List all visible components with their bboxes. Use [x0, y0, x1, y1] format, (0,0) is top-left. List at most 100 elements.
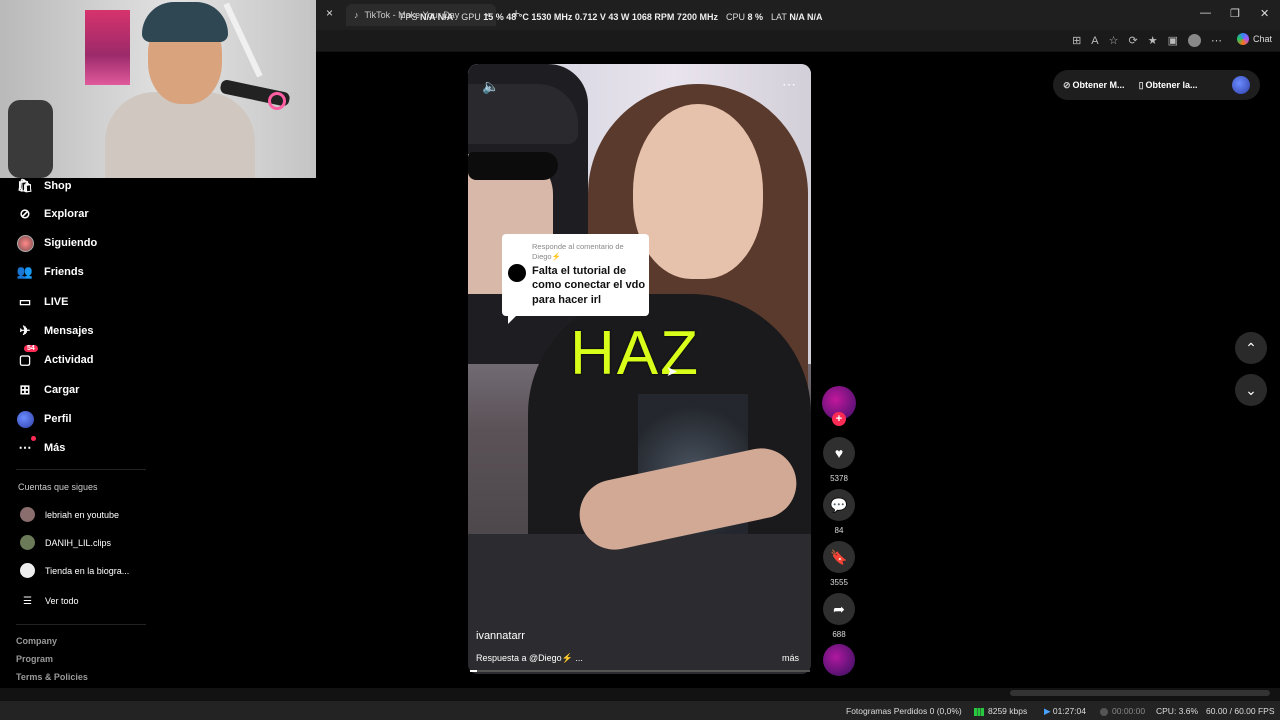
desktop-icon: ⊘ [1063, 79, 1071, 90]
get-desktop-app-button[interactable]: ⊘ Obtener M... [1063, 80, 1125, 91]
video-author[interactable]: ivannatarr [476, 630, 525, 642]
footer-program-link[interactable]: Program [16, 654, 53, 664]
get-desktop-label: Obtener M... [1072, 79, 1125, 90]
webcam-overlay [0, 0, 316, 178]
previous-video-button[interactable]: ⌃ [1235, 332, 1267, 364]
bookmark-icon: 🔖 [830, 548, 848, 565]
footer-company-link[interactable]: Company [16, 636, 57, 646]
comment-button[interactable]: 💬 [823, 489, 855, 521]
copilot-icon [1236, 33, 1249, 45]
gpu-values: 15 % 48 °C 1530 MHz 0.712 V 43 W 1068 RP… [483, 12, 718, 22]
follow-plus-icon[interactable]: + [832, 412, 846, 426]
left-sidebar: 🛍 Shop ⊘ Explorar Siguiendo 👥 Friends ▭ … [0, 178, 160, 688]
scroll-strip [0, 688, 1280, 700]
wall-poster [85, 10, 130, 85]
apps-icon[interactable]: ⊞ [1072, 34, 1081, 47]
activity-badge: 54 [24, 345, 38, 352]
mouse-cursor-icon: ➤ [666, 363, 678, 379]
get-mobile-label: Obtener la... [1145, 79, 1198, 90]
following-account[interactable]: DANIH_LIL.clips [20, 535, 111, 550]
cpu-label: CPU [725, 12, 745, 22]
description-more-link[interactable]: más [782, 653, 799, 663]
friends-icon: 👥 [16, 264, 34, 279]
translate-icon[interactable]: A [1091, 35, 1098, 47]
bitrate-indicator: 8259 kbps [974, 706, 1027, 716]
browser-toolbar-icons: ⊞ A ☆ ⟳ ★ ▣ ⋯ [1072, 34, 1222, 47]
video-more-icon[interactable]: ⋯ [782, 76, 797, 93]
extensions-icon[interactable]: ⟳ [1129, 34, 1138, 47]
account-name: DANIH_LIL.clips [45, 537, 112, 548]
following-account[interactable]: Tienda en la biogra... [20, 563, 129, 578]
sidebar-item-siguiendo[interactable]: Siguiendo [16, 234, 97, 252]
sidebar-item-label: Friends [44, 266, 84, 278]
share-icon: ➦ [833, 600, 845, 617]
reply-header: Responde al comentario de Diego⚡ [532, 242, 624, 261]
sidebar-item-mas[interactable]: ⋯ Más [16, 436, 66, 457]
sidebar-item-label: LIVE [44, 296, 69, 308]
following-account[interactable]: lebriah en youtube [20, 507, 119, 522]
browser-menu-icon[interactable]: ⋯ [1211, 34, 1222, 47]
fps-values: N/A N/A [420, 12, 454, 22]
bitrate-value: 8259 kbps [988, 706, 1028, 716]
favorite-star-icon[interactable]: ☆ [1109, 34, 1119, 47]
comment-reply-card[interactable]: Responde al comentario de Diego⚡ Falta e… [502, 234, 649, 324]
sidebar-item-cargar[interactable]: ⊞ Cargar [16, 381, 80, 399]
reply-text: Falta el tutorial de como conectar el vd… [532, 265, 646, 306]
see-all-link[interactable]: ☰ Ver todo [20, 592, 79, 610]
chat-label: Chat [1252, 34, 1272, 44]
dropped-frames: Fotogramas Perdidos 0 (0,0%) [846, 706, 962, 716]
save-button[interactable]: 🔖 [823, 541, 855, 573]
sidebar-item-actividad[interactable]: ▢ 54 Actividad [16, 345, 94, 369]
sidebar-item-live[interactable]: ▭ LIVE [16, 293, 69, 311]
see-all-label: Ver todo [45, 596, 79, 606]
sidebar-item-label: Shop [44, 180, 72, 192]
commenter-avatar [508, 264, 526, 282]
video-description: Respuesta a @Diego⚡ ... [476, 653, 583, 663]
sidebar-item-perfil[interactable]: Perfil [16, 410, 72, 428]
get-app-bar: ⊘ Obtener M... ▯ Obtener la... [1053, 70, 1260, 100]
footer-terms-link[interactable]: Terms & Policies [16, 672, 88, 682]
divider [16, 469, 146, 470]
favorites-icon[interactable]: ★ [1148, 34, 1158, 47]
sidebar-item-mensajes[interactable]: ✈ Mensajes [16, 322, 94, 340]
phone-icon: ▯ [1138, 79, 1144, 90]
copilot-chat-button[interactable]: Chat [1236, 33, 1272, 45]
share-button[interactable]: ➦ [823, 593, 855, 625]
sidebar-item-shop[interactable]: 🛍 Shop [16, 177, 72, 195]
stream-time-value: 01:27:04 [1052, 706, 1086, 716]
sidebar-item-label: Más [44, 442, 66, 454]
sidebar-item-label: Explorar [44, 208, 89, 220]
account-avatar [20, 563, 35, 578]
messages-icon: ✈ [19, 323, 31, 338]
divider [16, 624, 146, 625]
compass-icon: ⊘ [19, 206, 31, 221]
horizontal-scrollbar[interactable] [1010, 690, 1270, 696]
streamer-hair [142, 2, 228, 42]
like-button[interactable]: ♥ [823, 437, 855, 469]
volume-icon[interactable]: 🔈 [482, 78, 499, 95]
lat-values: N/A N/A [789, 12, 823, 22]
record-time: 00:00:00 [1100, 706, 1145, 716]
account-name: Tienda en la biogra... [45, 565, 130, 576]
next-video-button[interactable]: ⌄ [1235, 374, 1267, 406]
maximize-button[interactable]: ❐ [1230, 7, 1240, 20]
obs-status-bar: Fotogramas Perdidos 0 (0,0%) 8259 kbps ▶… [0, 700, 1280, 720]
like-count: 5378 [830, 474, 848, 483]
sidebar-item-friends[interactable]: 👥 Friends [16, 263, 84, 281]
chevron-up-icon: ⌃ [1245, 339, 1257, 356]
activity-icon: ▢ 54 [16, 345, 38, 369]
close-tab-icon[interactable]: × [326, 6, 333, 20]
close-window-button[interactable]: ✕ [1260, 7, 1269, 20]
get-mobile-app-button[interactable]: ▯ Obtener la... [1139, 80, 1198, 91]
browser-profile-avatar[interactable] [1188, 34, 1201, 47]
sidebar-item-explorar[interactable]: ⊘ Explorar [16, 205, 89, 223]
comment-count: 84 [834, 526, 844, 535]
shop-icon: 🛍 [16, 178, 34, 193]
music-disc-icon[interactable] [823, 644, 855, 676]
video-progress-bar[interactable] [470, 670, 810, 672]
comment-icon: 💬 [830, 496, 848, 513]
minimize-button[interactable]: — [1200, 7, 1211, 19]
collections-icon[interactable]: ▣ [1168, 34, 1178, 47]
user-profile-avatar[interactable] [1232, 76, 1250, 94]
sidebar-item-label: Actividad [44, 354, 94, 366]
